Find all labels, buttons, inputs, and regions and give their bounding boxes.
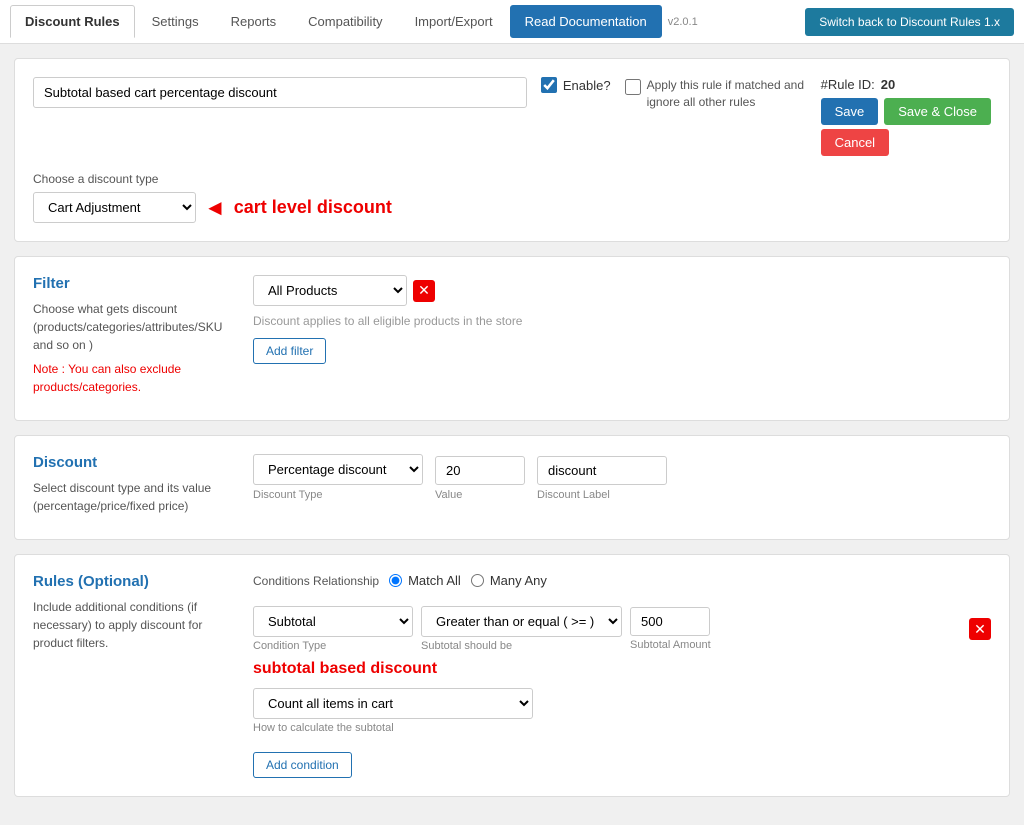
rules-section-header: Rules (Optional)	[33, 573, 233, 590]
discount-type-section: Choose a discount type Cart Adjustment P…	[33, 172, 991, 223]
filter-desc2: Note : You can also exclude products/cat…	[33, 360, 233, 396]
conditions-relationship-row: Conditions Relationship Match All Many A…	[253, 573, 991, 588]
subtotal-annotation: subtotal based discount	[253, 660, 991, 678]
discount-section-header: Discount	[33, 454, 233, 471]
subtotal-calc-label: How to calculate the subtotal	[253, 722, 991, 734]
many-any-radio-group: Many Any	[471, 573, 547, 588]
filter-right-col: All Products Specific Products Product C…	[253, 275, 991, 402]
discount-label-input[interactable]	[537, 456, 667, 485]
apply-rule-label: Apply this rule if matched and ignore al…	[647, 77, 807, 111]
discount-desc: Select discount type and its value (perc…	[33, 479, 233, 515]
condition-op-select[interactable]: Greater than or equal ( >= ) Less than (…	[421, 606, 622, 637]
discount-value-col: Value	[435, 456, 525, 501]
condition-op-label: Subtotal should be	[421, 640, 622, 652]
condition-amount-input[interactable]	[630, 607, 710, 636]
discount-type-col: Percentage discount Fixed discount Fixed…	[253, 454, 423, 501]
apply-rule-checkbox[interactable]	[625, 79, 641, 95]
condition-amount-label: Subtotal Amount	[630, 639, 711, 651]
filter-remove-button[interactable]: ✕	[413, 280, 435, 302]
cancel-button[interactable]: Cancel	[821, 129, 889, 156]
tab-import-export[interactable]: Import/Export	[400, 5, 508, 38]
arrow-annotation: Cart Adjustment Percentage Discount Fixe…	[33, 192, 392, 223]
rule-id-value: 20	[881, 77, 895, 92]
rule-name-input[interactable]	[33, 77, 527, 108]
match-all-label: Match All	[408, 573, 461, 588]
save-button[interactable]: Save	[821, 98, 879, 125]
discount-card: Discount Select discount type and its va…	[14, 435, 1010, 540]
add-condition-button[interactable]: Add condition	[253, 752, 352, 778]
conditions-rel-label: Conditions Relationship	[253, 574, 379, 588]
header-card: Enable? Apply this rule if matched and i…	[14, 58, 1010, 242]
version-label: v2.0.1	[668, 16, 698, 28]
discount-value-label: Value	[435, 489, 525, 501]
rule-id-label: #Rule ID:	[821, 77, 875, 92]
rules-two-col: Rules (Optional) Include additional cond…	[33, 573, 991, 778]
filter-select-row: All Products Specific Products Product C…	[253, 275, 991, 306]
header-row: Enable? Apply this rule if matched and i…	[33, 77, 991, 156]
match-all-radio[interactable]	[389, 574, 402, 587]
discount-label-col: Discount Label	[537, 456, 667, 501]
top-navigation: Discount Rules Settings Reports Compatib…	[0, 0, 1024, 44]
rules-right-col: Conditions Relationship Match All Many A…	[253, 573, 991, 778]
discount-type-label: Choose a discount type	[33, 172, 991, 186]
enable-label: Enable?	[563, 78, 611, 93]
many-any-label: Many Any	[490, 573, 547, 588]
filter-section-header: Filter	[33, 275, 233, 292]
save-close-button[interactable]: Save & Close	[884, 98, 991, 125]
enable-checkbox[interactable]	[541, 77, 557, 93]
add-filter-button[interactable]: Add filter	[253, 338, 326, 364]
rules-left-col: Rules (Optional) Include additional cond…	[33, 573, 233, 778]
main-content: Enable? Apply this rule if matched and i…	[0, 44, 1024, 825]
filter-card: Filter Choose what gets discount (produc…	[14, 256, 1010, 421]
apply-rule-group: Apply this rule if matched and ignore al…	[625, 77, 807, 111]
tab-read-documentation[interactable]: Read Documentation	[510, 5, 662, 38]
condition-remove-button[interactable]: ✕	[969, 618, 991, 640]
rules-card: Rules (Optional) Include additional cond…	[14, 554, 1010, 797]
tab-discount-rules[interactable]: Discount Rules	[10, 5, 135, 38]
tab-settings[interactable]: Settings	[137, 5, 214, 38]
discount-two-col: Discount Select discount type and its va…	[33, 454, 991, 521]
discount-row: Percentage discount Fixed discount Fixed…	[253, 454, 991, 501]
subtotal-calc-row: Count all items in cart Count unique ite…	[253, 688, 991, 734]
cart-level-annotation: cart level discount	[234, 197, 392, 218]
filter-products-select[interactable]: All Products Specific Products Product C…	[253, 275, 407, 306]
rule-id-group: #Rule ID: 20 Save Save & Close Cancel	[821, 77, 991, 156]
many-any-radio[interactable]	[471, 574, 484, 587]
discount-type-sublabel: Discount Type	[253, 489, 423, 501]
enable-group: Enable?	[541, 77, 611, 93]
filter-two-col: Filter Choose what gets discount (produc…	[33, 275, 991, 402]
discount-value-input[interactable]	[435, 456, 525, 485]
switch-back-button[interactable]: Switch back to Discount Rules 1.x	[805, 8, 1014, 36]
discount-type-select[interactable]: Cart Adjustment Percentage Discount Fixe…	[33, 192, 196, 223]
condition-type-select[interactable]: Subtotal Cart Item Count Product Quantit…	[253, 606, 413, 637]
filter-left-col: Filter Choose what gets discount (produc…	[33, 275, 233, 402]
discount-type-row: Cart Adjustment Percentage Discount Fixe…	[33, 192, 991, 223]
tab-reports[interactable]: Reports	[216, 5, 292, 38]
condition-type-label: Condition Type	[253, 640, 413, 652]
condition-row-1: Subtotal Cart Item Count Product Quantit…	[253, 606, 991, 652]
subtotal-calc-select[interactable]: Count all items in cart Count unique ite…	[253, 688, 533, 719]
rules-desc: Include additional conditions (if necess…	[33, 598, 233, 652]
match-all-radio-group: Match All	[389, 573, 461, 588]
discount-right-col: Percentage discount Fixed discount Fixed…	[253, 454, 991, 521]
discount-type-dropdown[interactable]: Percentage discount Fixed discount Fixed…	[253, 454, 423, 485]
filter-desc1: Choose what gets discount (products/cate…	[33, 300, 233, 354]
red-arrow-icon: ◄	[204, 195, 226, 221]
discount-left-col: Discount Select discount type and its va…	[33, 454, 233, 521]
discount-label-sublabel: Discount Label	[537, 489, 667, 501]
tab-compatibility[interactable]: Compatibility	[293, 5, 397, 38]
filter-note: Discount applies to all eligible product…	[253, 314, 991, 328]
